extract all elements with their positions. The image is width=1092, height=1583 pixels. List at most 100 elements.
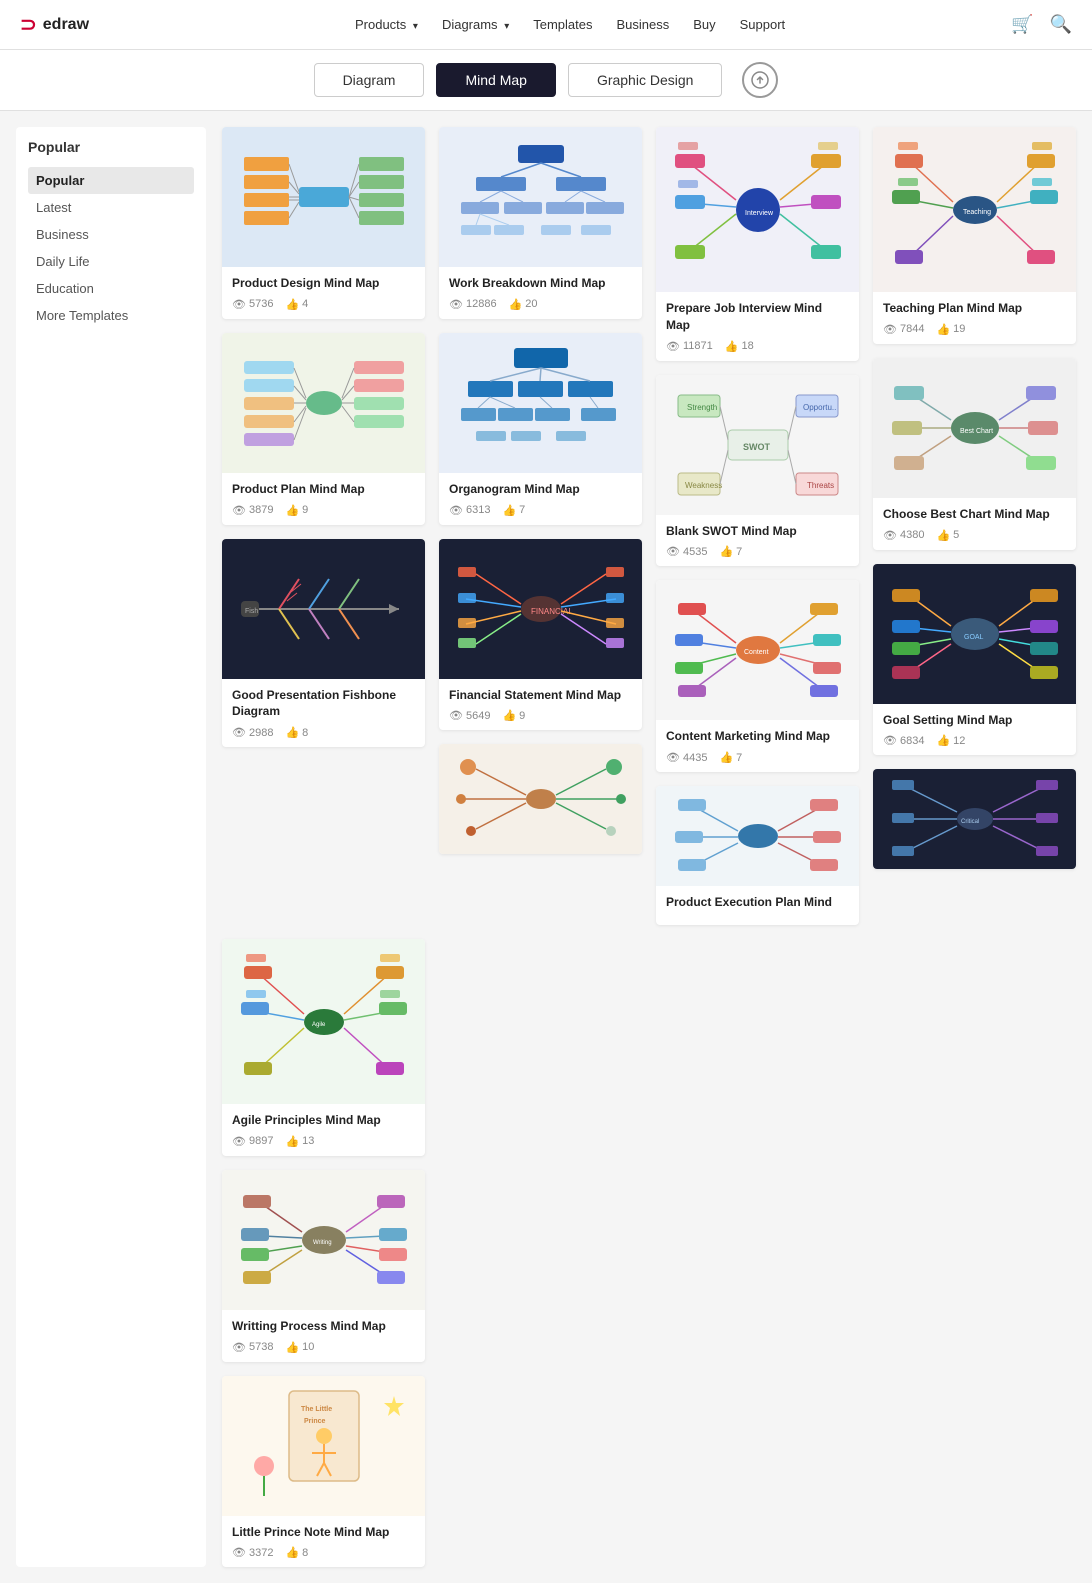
likes: 20 xyxy=(509,298,538,311)
card-title: Choose Best Chart Mind Map xyxy=(883,506,1066,523)
sidebar-item-daily-life[interactable]: Daily Life xyxy=(28,248,194,275)
card-meta: 4435 7 xyxy=(666,751,849,764)
card-writing-process[interactable]: Writing xyxy=(222,1170,425,1362)
card-little-prince[interactable]: The Little Prince xyxy=(222,1376,425,1568)
card-meta: 4535 7 xyxy=(666,545,849,558)
logo[interactable]: ⊃ edraw xyxy=(20,12,89,37)
views: 9897 xyxy=(232,1135,273,1148)
card-agile[interactable]: Agile xyxy=(222,939,425,1156)
card-title: Financial Statement Mind Map xyxy=(449,687,632,704)
views: 4435 xyxy=(666,751,707,764)
views: 3372 xyxy=(232,1546,273,1559)
svg-text:Fish: Fish xyxy=(245,608,258,615)
card-title: Writting Process Mind Map xyxy=(232,1318,415,1335)
card-title: Work Breakdown Mind Map xyxy=(449,275,632,292)
nav-business[interactable]: Business xyxy=(616,17,669,32)
svg-text:Critical: Critical xyxy=(961,819,979,825)
card-product-plan[interactable]: Product Plan Mind Map 3879 9 xyxy=(222,333,425,525)
card-meta: 3372 8 xyxy=(232,1546,415,1559)
nav-templates[interactable]: Templates xyxy=(533,17,592,32)
views: 4380 xyxy=(883,529,924,542)
svg-text:Writing: Writing xyxy=(313,1240,332,1246)
card-critical-thinking[interactable]: Critical xyxy=(873,769,1076,869)
tab-diagram[interactable]: Diagram xyxy=(314,63,425,97)
brand-name: edraw xyxy=(43,16,89,34)
logo-icon: ⊃ xyxy=(20,12,37,37)
likes: 18 xyxy=(725,340,754,353)
views: 7844 xyxy=(883,323,924,336)
views: 11871 xyxy=(666,340,713,353)
svg-text:Content: Content xyxy=(744,649,769,656)
card-meta: 4380 5 xyxy=(883,529,1066,542)
sidebar-item-more-templates[interactable]: More Templates xyxy=(28,302,194,329)
svg-text:Agile: Agile xyxy=(312,1022,326,1028)
svg-text:GOAL: GOAL xyxy=(964,634,984,641)
navbar: ⊃ edraw Products ▾ Diagrams ▾ Templates … xyxy=(0,0,1092,50)
card-title: Little Prince Note Mind Map xyxy=(232,1524,415,1541)
sidebar-item-business[interactable]: Business xyxy=(28,221,194,248)
card-title: Product Design Mind Map xyxy=(232,275,415,292)
views: 6834 xyxy=(883,734,924,747)
likes: 10 xyxy=(285,1341,314,1354)
cart-icon[interactable]: 🛒 xyxy=(1011,14,1033,35)
likes: 12 xyxy=(936,734,965,747)
card-goal-setting[interactable]: GOAL xyxy=(873,564,1076,756)
card-meta: 6834 12 xyxy=(883,734,1066,747)
card-content-marketing[interactable]: Content xyxy=(656,580,859,772)
card-meta: 5649 9 xyxy=(449,709,632,722)
nav-icons: 🛒 🔍 xyxy=(1011,14,1072,35)
sidebar-item-latest[interactable]: Latest xyxy=(28,194,194,221)
likes: 7 xyxy=(719,545,742,558)
nav-products[interactable]: Products ▾ xyxy=(355,17,418,32)
svg-text:Teaching: Teaching xyxy=(963,209,991,216)
card-organogram[interactable]: Organogram Mind Map 6313 7 xyxy=(439,333,642,525)
card-job-interview[interactable]: Interview xyxy=(656,127,859,361)
svg-text:Best Chart: Best Chart xyxy=(960,428,993,435)
nav-buy[interactable]: Buy xyxy=(693,17,715,32)
card-col2-bottom[interactable] xyxy=(439,744,642,854)
card-title: Agile Principles Mind Map xyxy=(232,1112,415,1129)
likes: 9 xyxy=(285,504,308,517)
card-product-design[interactable]: Product Design Mind Map 5736 4 xyxy=(222,127,425,319)
card-meta: 11871 18 xyxy=(666,340,849,353)
nav-diagrams[interactable]: Diagrams ▾ xyxy=(442,17,509,32)
upload-button[interactable] xyxy=(742,62,778,98)
views: 4535 xyxy=(666,545,707,558)
card-title: Product Execution Plan Mind xyxy=(666,894,849,911)
card-title: Teaching Plan Mind Map xyxy=(883,300,1066,317)
likes: 19 xyxy=(936,323,965,336)
svg-text:FINANCIAL: FINANCIAL xyxy=(531,607,573,616)
search-icon[interactable]: 🔍 xyxy=(1050,14,1072,35)
tab-mindmap[interactable]: Mind Map xyxy=(436,63,555,97)
card-product-execution[interactable]: Product Execution Plan Mind xyxy=(656,786,859,925)
sidebar-item-popular[interactable]: Popular xyxy=(28,167,194,194)
card-swot[interactable]: SWOT Strength Weakness Opportu.. Threats xyxy=(656,375,859,567)
svg-text:Opportu..: Opportu.. xyxy=(803,403,836,412)
tab-graphic-design[interactable]: Graphic Design xyxy=(568,63,723,97)
views: 5736 xyxy=(232,298,273,311)
svg-text:Weakness: Weakness xyxy=(685,481,722,490)
card-title: Good Presentation Fishbone Diagram xyxy=(232,687,415,721)
sidebar-item-education[interactable]: Education xyxy=(28,275,194,302)
card-title: Blank SWOT Mind Map xyxy=(666,523,849,540)
card-meta: 2988 8 xyxy=(232,726,415,739)
svg-text:SWOT: SWOT xyxy=(743,442,770,452)
card-financial[interactable]: FINANCIAL xyxy=(439,539,642,731)
likes: 7 xyxy=(502,504,525,517)
svg-text:Prince: Prince xyxy=(304,1418,326,1425)
svg-text:Interview: Interview xyxy=(745,210,774,217)
card-meta: 12886 20 xyxy=(449,298,632,311)
likes: 8 xyxy=(285,1546,308,1559)
card-fishbone[interactable]: Fish Good Presentation Fishbone Diagram … xyxy=(222,539,425,748)
card-meta: 7844 19 xyxy=(883,323,1066,336)
likes: 5 xyxy=(936,529,959,542)
nav-support[interactable]: Support xyxy=(740,17,786,32)
card-title: Prepare Job Interview Mind Map xyxy=(666,300,849,334)
likes: 7 xyxy=(719,751,742,764)
card-work-breakdown[interactable]: Work Breakdown Mind Map 12886 20 xyxy=(439,127,642,319)
views: 5738 xyxy=(232,1341,273,1354)
views: 3879 xyxy=(232,504,273,517)
card-best-chart[interactable]: Best Chart xyxy=(873,358,1076,550)
likes: 8 xyxy=(285,726,308,739)
card-teaching-plan[interactable]: Teaching xyxy=(873,127,1076,344)
